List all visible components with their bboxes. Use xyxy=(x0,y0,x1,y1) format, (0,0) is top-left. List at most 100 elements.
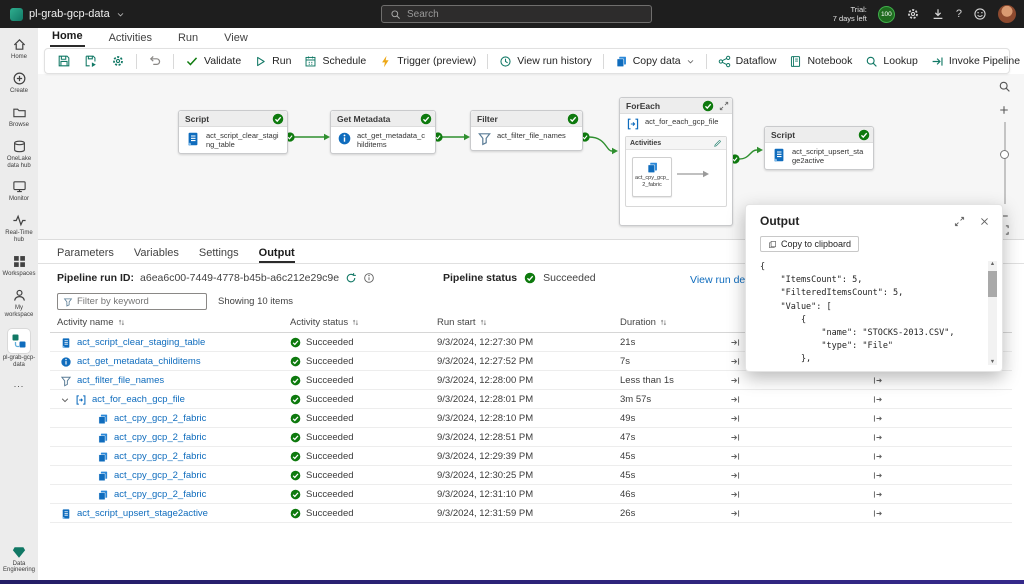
settings-gear-icon[interactable] xyxy=(906,7,920,21)
save-and-run-button[interactable] xyxy=(78,51,104,71)
sidebar-item-home[interactable]: Home xyxy=(0,37,38,61)
sort-icon[interactable] xyxy=(351,318,360,327)
input-icon[interactable] xyxy=(730,356,741,367)
tab-parameters[interactable]: Parameters xyxy=(57,247,114,263)
experience-switcher[interactable]: Data Engineering xyxy=(0,545,38,573)
chevron-down-icon[interactable] xyxy=(60,395,70,405)
refresh-icon[interactable] xyxy=(345,272,357,284)
activity-row-child[interactable]: act_cpy_gcp_2_fabric Succeeded 9/3/2024,… xyxy=(50,485,1012,504)
activity-row[interactable]: act_script_upsert_stage2active Succeeded… xyxy=(50,504,1012,523)
close-icon[interactable] xyxy=(979,216,990,227)
activity-row[interactable]: act_filter_file_names Succeeded 9/3/2024… xyxy=(50,371,1012,390)
sort-icon[interactable] xyxy=(117,318,126,327)
tab-home[interactable]: Home xyxy=(50,28,85,47)
activity-row[interactable]: act_for_each_gcp_file Succeeded 9/3/2024… xyxy=(50,390,1012,409)
input-icon[interactable] xyxy=(730,489,741,500)
tab-settings[interactable]: Settings xyxy=(199,247,239,263)
lookup-button[interactable]: Lookup xyxy=(859,52,923,71)
activity-name-link[interactable]: act_filter_file_names xyxy=(77,375,164,386)
zoom-in-button[interactable] xyxy=(998,104,1010,116)
sidebar-item-create[interactable]: Create xyxy=(0,71,38,95)
pencil-edit-icon[interactable] xyxy=(713,139,722,148)
activity-name-link[interactable]: act_cpy_gcp_2_fabric xyxy=(114,451,206,462)
tab-run[interactable]: Run xyxy=(176,30,200,47)
activity-name-link[interactable]: act_get_metadata_childitems xyxy=(77,356,201,367)
output-icon[interactable] xyxy=(872,470,883,481)
sidebar-item-realtime-hub[interactable]: Real-Time hub xyxy=(0,213,38,244)
activity-name-link[interactable]: act_script_clear_staging_table xyxy=(77,337,205,348)
input-icon[interactable] xyxy=(730,508,741,519)
input-icon[interactable] xyxy=(730,337,741,348)
help-icon[interactable]: ? xyxy=(956,8,962,20)
output-icon[interactable] xyxy=(872,394,883,405)
input-icon[interactable] xyxy=(730,394,741,405)
sidebar-item-browse[interactable]: Browse xyxy=(0,105,38,129)
feedback-smiley-icon[interactable] xyxy=(973,7,987,21)
schedule-button[interactable]: Schedule xyxy=(298,52,372,71)
col-duration[interactable]: Duration xyxy=(620,317,668,328)
copy-to-clipboard-button[interactable]: Copy to clipboard xyxy=(760,236,859,252)
node-get-metadata[interactable]: Get Metadata act_get_metadata_childitems xyxy=(330,110,436,154)
sort-icon[interactable] xyxy=(659,318,668,327)
search-input[interactable] xyxy=(407,9,643,20)
fabric-logo-icon[interactable] xyxy=(10,8,23,21)
col-activity-status[interactable]: Activity status xyxy=(290,317,360,328)
trigger-preview-button[interactable]: Trigger (preview) xyxy=(373,52,482,71)
tab-variables[interactable]: Variables xyxy=(134,247,179,263)
activity-name-link[interactable]: act_cpy_gcp_2_fabric xyxy=(114,489,206,500)
sidebar-item-workspaces[interactable]: Workspaces xyxy=(0,254,38,278)
validate-button[interactable]: Validate xyxy=(179,51,247,71)
scroll-down-arrow[interactable]: ▼ xyxy=(990,359,995,365)
capacity-badge[interactable]: 100 xyxy=(878,6,895,23)
undo-button[interactable] xyxy=(142,51,168,71)
node-script-upsert[interactable]: Script act_script_upsert_stage2active xyxy=(764,126,874,170)
inner-copy-activity[interactable]: act_cpy_gcp_2_fabric xyxy=(632,157,672,197)
download-icon[interactable] xyxy=(931,7,945,21)
activity-row-child[interactable]: act_cpy_gcp_2_fabric Succeeded 9/3/2024,… xyxy=(50,466,1012,485)
filter-keyword-box[interactable] xyxy=(57,293,207,310)
filter-input[interactable] xyxy=(77,296,201,307)
input-icon[interactable] xyxy=(730,432,741,443)
sidebar-item-current-pipeline[interactable]: pl-grab-gcp-data xyxy=(0,329,38,369)
output-icon[interactable] xyxy=(872,413,883,424)
sidebar-item-my-workspace[interactable]: My workspace xyxy=(0,288,38,319)
output-icon[interactable] xyxy=(872,432,883,443)
input-icon[interactable] xyxy=(730,451,741,462)
input-icon[interactable] xyxy=(730,413,741,424)
expand-icon[interactable] xyxy=(954,216,965,227)
tab-activities[interactable]: Activities xyxy=(107,30,154,47)
pipeline-settings-button[interactable] xyxy=(105,51,131,71)
dataflow-button[interactable]: Dataflow xyxy=(712,52,783,71)
node-filter[interactable]: Filter act_filter_file_names xyxy=(470,110,583,151)
output-icon[interactable] xyxy=(872,375,883,386)
collapse-expand-icon[interactable] xyxy=(719,101,729,111)
activity-name-link[interactable]: act_for_each_gcp_file xyxy=(92,394,185,405)
canvas-zoom-search[interactable] xyxy=(998,80,1011,93)
run-button[interactable]: Run xyxy=(248,52,297,71)
activity-name-link[interactable]: act_cpy_gcp_2_fabric xyxy=(114,470,206,481)
node-foreach[interactable]: ForEach act_for_each_gcp_file Activities… xyxy=(619,97,733,226)
scrollbar-thumb[interactable] xyxy=(988,271,997,297)
sidebar-item-monitor[interactable]: Monitor xyxy=(0,179,38,203)
activity-name-link[interactable]: act_cpy_gcp_2_fabric xyxy=(114,413,206,424)
activity-name-link[interactable]: act_script_upsert_stage2active xyxy=(77,508,208,519)
tab-output[interactable]: Output xyxy=(259,247,295,263)
input-icon[interactable] xyxy=(730,470,741,481)
activity-row-child[interactable]: act_cpy_gcp_2_fabric Succeeded 9/3/2024,… xyxy=(50,447,1012,466)
col-activity-name[interactable]: Activity name xyxy=(57,317,126,328)
node-script-clear-staging[interactable]: Script act_script_clear_staging_table xyxy=(178,110,288,154)
view-run-history-button[interactable]: View run history xyxy=(493,52,598,71)
info-circle-icon[interactable] xyxy=(363,272,375,284)
chevron-down-icon[interactable] xyxy=(116,10,125,19)
user-avatar[interactable] xyxy=(998,5,1016,23)
output-icon[interactable] xyxy=(872,451,883,462)
zoom-slider-track[interactable] xyxy=(1004,122,1006,204)
tab-view[interactable]: View xyxy=(222,30,250,47)
invoke-pipeline-button[interactable]: Invoke Pipeline xyxy=(925,52,1024,71)
global-search[interactable] xyxy=(381,5,652,23)
sort-icon[interactable] xyxy=(479,318,488,327)
save-button[interactable] xyxy=(51,51,77,71)
notebook-button[interactable]: Notebook xyxy=(783,52,858,71)
output-icon[interactable] xyxy=(872,508,883,519)
activity-row-child[interactable]: act_cpy_gcp_2_fabric Succeeded 9/3/2024,… xyxy=(50,409,1012,428)
